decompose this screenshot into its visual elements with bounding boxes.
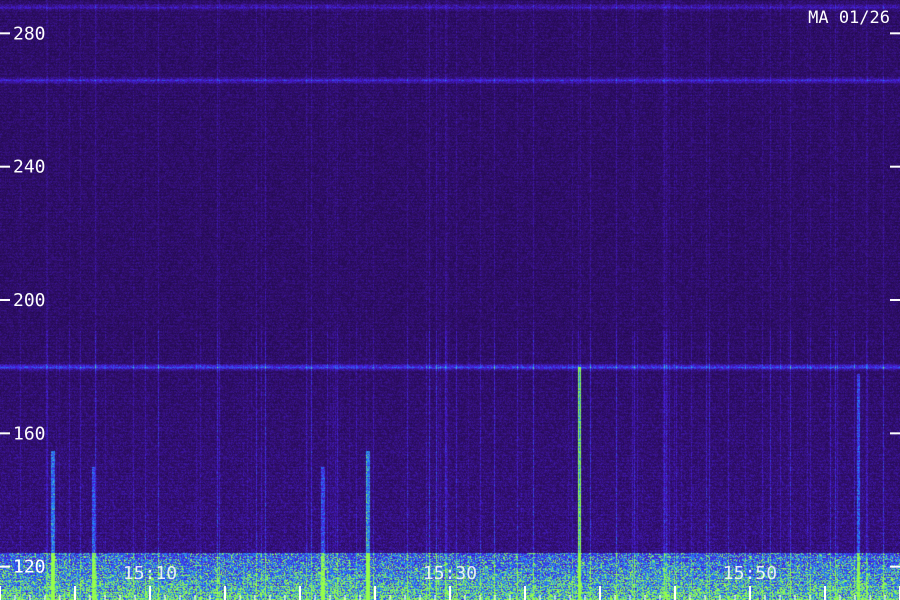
y-tick-label: 120 (13, 557, 46, 578)
y-tick-label: 200 (13, 290, 46, 311)
y-tick-label: 160 (13, 423, 46, 444)
x-tick-label: 15:30 (423, 563, 477, 584)
y-tick-label: 240 (13, 157, 46, 178)
y-axis: 280 240 200 160 120 (0, 23, 900, 578)
x-tick-label: 15:10 (123, 563, 177, 584)
station-label: MA 01/26 (808, 8, 890, 28)
y-tick-label: 280 (13, 23, 46, 44)
x-tick-label: 15:50 (723, 563, 777, 584)
x-axis: 15:10 15:30 15:50 (0, 563, 900, 600)
chart-overlay: 280 240 200 160 120 15:10 15:30 15:50 MA 01/26 (0, 8, 900, 600)
